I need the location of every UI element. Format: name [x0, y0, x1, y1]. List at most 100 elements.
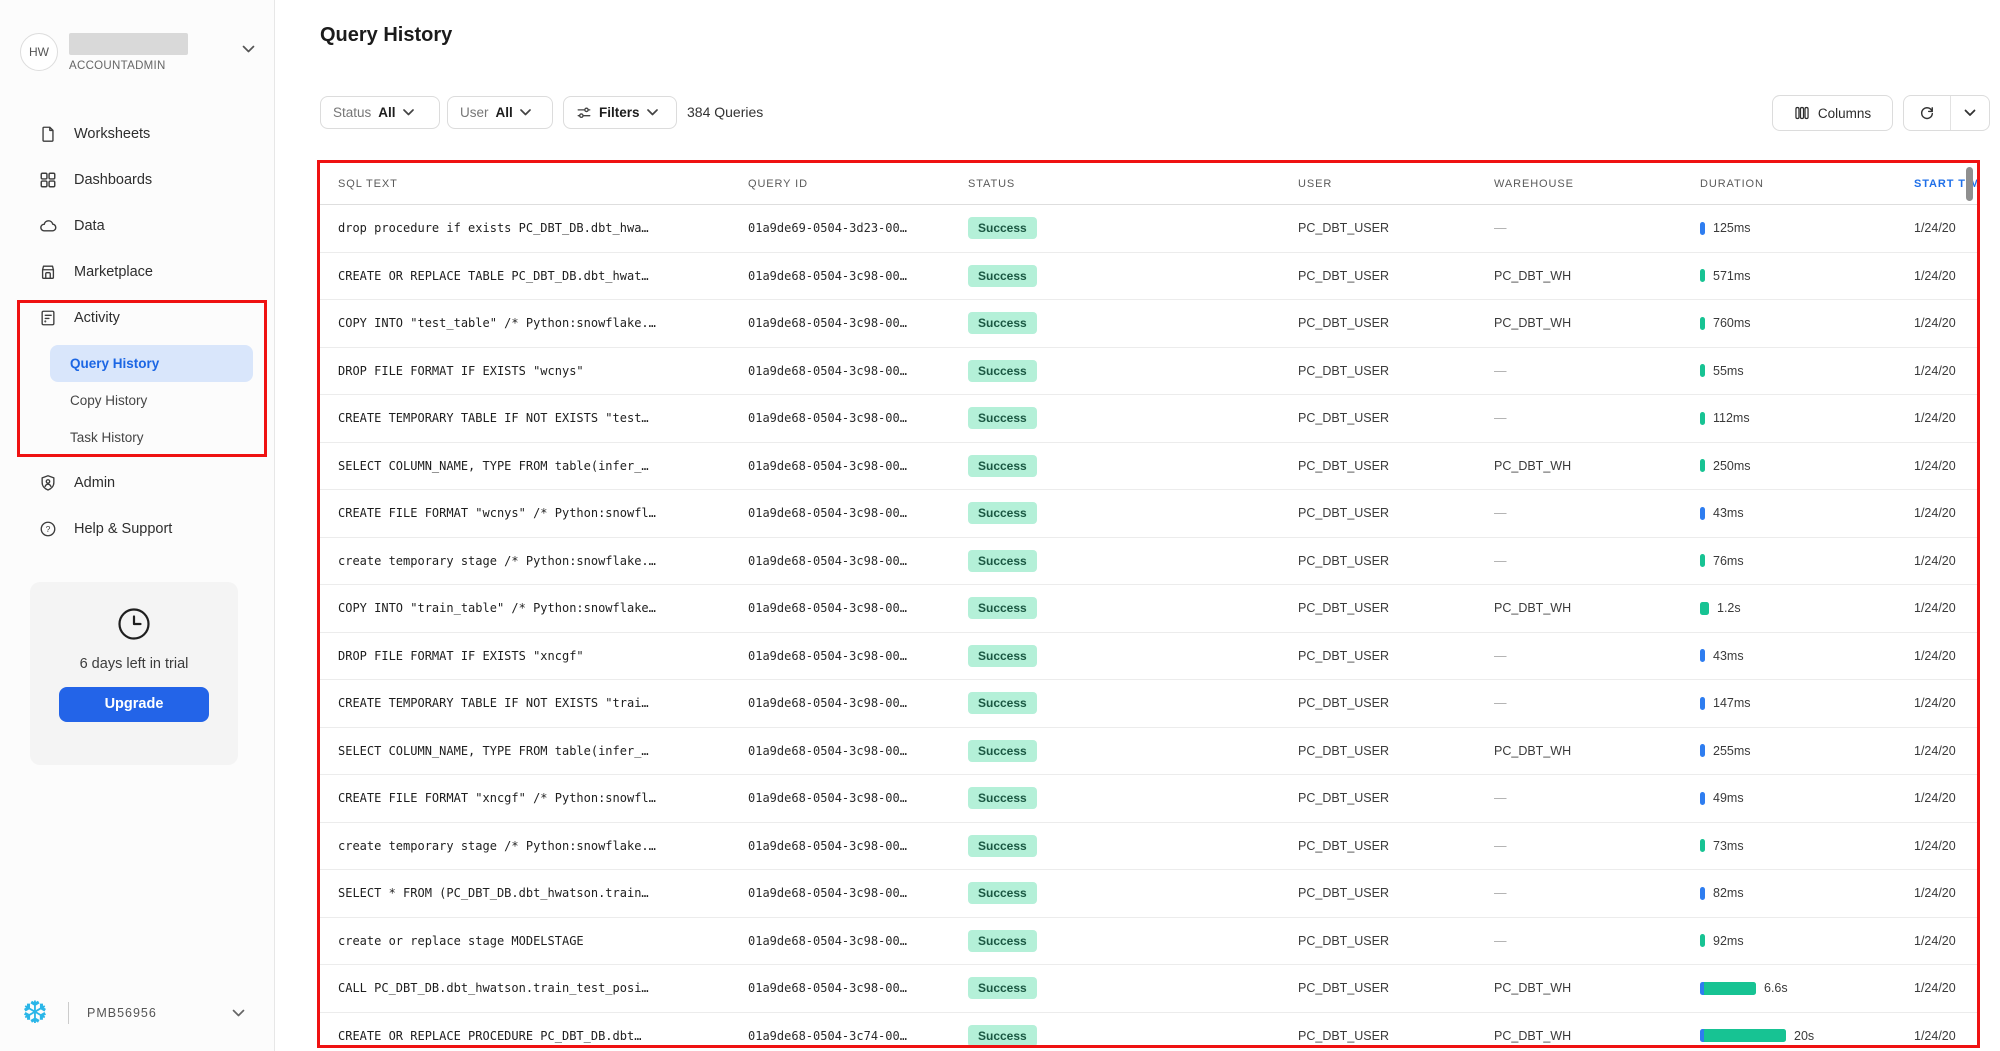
status-cell: Success [968, 265, 1298, 287]
sidebar-item-query-history[interactable]: Query History [50, 345, 253, 382]
warehouse-cell: PC_DBT_WH [1494, 1029, 1700, 1043]
column-header-duration[interactable]: DURATION [1700, 178, 1914, 190]
warehouse-cell: PC_DBT_WH [1494, 269, 1700, 283]
status-filter[interactable]: Status All [320, 96, 440, 129]
status-badge: Success [968, 455, 1037, 477]
table-row[interactable]: COPY INTO "test_table" /* Python:snowfla… [320, 300, 1978, 348]
table-row[interactable]: SELECT * FROM (PC_DBT_DB.dbt_hwatson.tra… [320, 870, 1978, 918]
account-switcher[interactable]: HW ACCOUNTADMIN [20, 33, 255, 72]
duration-cell: 82ms [1700, 886, 1914, 900]
sidebar-item-activity[interactable]: Activity [0, 295, 275, 341]
columns-icon [1794, 105, 1810, 121]
duration-cell: 250ms [1700, 459, 1914, 473]
duration-bar [1700, 317, 1705, 330]
table-row[interactable]: DROP FILE FORMAT IF EXISTS "xncgf" 01a9d… [320, 633, 1978, 681]
status-badge: Success [968, 835, 1037, 857]
duration-bar [1700, 792, 1705, 805]
warehouse-cell: — [1494, 696, 1700, 710]
table-row[interactable]: create or replace stage MODELSTAGE 01a9d… [320, 918, 1978, 966]
user-filter[interactable]: User All [447, 96, 553, 129]
filters-button[interactable]: Filters [563, 96, 677, 129]
account-selector[interactable]: ❆ PMB56956 [22, 992, 257, 1034]
table-scrollbar-thumb[interactable] [1966, 167, 1973, 201]
sidebar-item-task-history[interactable]: Task History [50, 419, 253, 456]
sidebar-item-help-support[interactable]: ? Help & Support [0, 506, 275, 552]
table-row[interactable]: CREATE OR REPLACE TABLE PC_DBT_DB.dbt_hw… [320, 253, 1978, 301]
start-time-cell: 1/24/20 [1914, 316, 1978, 330]
columns-button[interactable]: Columns [1772, 95, 1893, 131]
status-badge: Success [968, 312, 1037, 334]
sidebar-item-dashboards[interactable]: Dashboards [0, 157, 275, 203]
query-id-cell: 01a9de68-0504-3c98-00… [748, 506, 968, 520]
query-id-cell: 01a9de68-0504-3c98-00… [748, 601, 968, 615]
status-badge: Success [968, 407, 1037, 429]
duration-cell: 147ms [1700, 696, 1914, 710]
data-icon [38, 216, 58, 236]
column-header-sql-text[interactable]: SQL TEXT [320, 178, 748, 190]
page-title: Query History [320, 24, 452, 47]
table-row[interactable]: CREATE OR REPLACE PROCEDURE PC_DBT_DB.db… [320, 1013, 1978, 1048]
footer-divider [68, 1002, 69, 1024]
start-time-cell: 1/24/20 [1914, 221, 1978, 235]
table-row[interactable]: CREATE TEMPORARY TABLE IF NOT EXISTS "tr… [320, 680, 1978, 728]
column-header-status[interactable]: STATUS [968, 178, 1298, 190]
duration-value: 49ms [1713, 791, 1744, 805]
duration-bar [1700, 554, 1705, 567]
start-time-cell: 1/24/20 [1914, 934, 1978, 948]
avatar: HW [20, 33, 58, 71]
table-row[interactable]: drop procedure if exists PC_DBT_DB.dbt_h… [320, 205, 1978, 253]
table-row[interactable]: COPY INTO "train_table" /* Python:snowfl… [320, 585, 1978, 633]
duration-value: 76ms [1713, 554, 1744, 568]
sidebar-item-marketplace[interactable]: Marketplace [0, 249, 275, 295]
column-header-query-id[interactable]: QUERY ID [748, 178, 968, 190]
trial-card: 6 days left in trial Upgrade [30, 582, 238, 765]
status-cell: Success [968, 692, 1298, 714]
sidebar-item-admin[interactable]: Admin [0, 460, 275, 506]
sql-text-cell: DROP FILE FORMAT IF EXISTS "xncgf" [320, 649, 748, 663]
duration-bar [1700, 1029, 1786, 1042]
warehouse-cell: — [1494, 506, 1700, 520]
upgrade-button[interactable]: Upgrade [59, 687, 209, 722]
query-id-cell: 01a9de68-0504-3c98-00… [748, 981, 968, 995]
table-row[interactable]: CREATE TEMPORARY TABLE IF NOT EXISTS "te… [320, 395, 1978, 443]
duration-value: 147ms [1713, 696, 1751, 710]
status-badge: Success [968, 740, 1037, 762]
table-body: drop procedure if exists PC_DBT_DB.dbt_h… [320, 205, 1978, 1047]
sidebar-item-label: Dashboards [74, 172, 152, 188]
table-row[interactable]: SELECT COLUMN_NAME, TYPE FROM table(infe… [320, 728, 1978, 776]
table-row[interactable]: CREATE FILE FORMAT "xncgf" /* Python:sno… [320, 775, 1978, 823]
column-header-warehouse[interactable]: WAREHOUSE [1494, 178, 1700, 190]
sidebar-item-copy-history[interactable]: Copy History [50, 382, 253, 419]
table-row[interactable]: SELECT COLUMN_NAME, TYPE FROM table(infe… [320, 443, 1978, 491]
refresh-options-button[interactable] [1951, 96, 1989, 130]
table-row[interactable]: create temporary stage /* Python:snowfla… [320, 823, 1978, 871]
warehouse-cell: — [1494, 364, 1700, 378]
status-cell: Success [968, 312, 1298, 334]
duration-value: 55ms [1713, 364, 1744, 378]
table-row[interactable]: CALL PC_DBT_DB.dbt_hwatson.train_test_po… [320, 965, 1978, 1013]
duration-cell: 76ms [1700, 554, 1914, 568]
sql-text-cell: CREATE FILE FORMAT "wcnys" /* Python:sno… [320, 506, 748, 520]
table-row[interactable]: CREATE FILE FORMAT "wcnys" /* Python:sno… [320, 490, 1978, 538]
sidebar: HW ACCOUNTADMIN Worksheets Dashboards Da… [0, 0, 275, 1051]
refresh-button[interactable] [1904, 96, 1950, 130]
duration-cell: 49ms [1700, 791, 1914, 805]
sidebar-item-data[interactable]: Data [0, 203, 275, 249]
duration-cell: 55ms [1700, 364, 1914, 378]
user-cell: PC_DBT_USER [1298, 1029, 1494, 1043]
sidebar-item-label: Activity [74, 310, 120, 326]
duration-bar [1700, 459, 1705, 472]
subnav-item-label: Copy History [70, 393, 147, 408]
table-row[interactable]: create temporary stage /* Python:snowfla… [320, 538, 1978, 586]
status-cell: Success [968, 740, 1298, 762]
status-cell: Success [968, 597, 1298, 619]
snowflake-icon: ❆ [22, 998, 48, 1029]
sidebar-item-worksheets[interactable]: Worksheets [0, 111, 275, 157]
column-header-user[interactable]: USER [1298, 178, 1494, 190]
warehouse-cell: — [1494, 221, 1700, 235]
sql-text-cell: CALL PC_DBT_DB.dbt_hwatson.train_test_po… [320, 981, 748, 995]
svg-text:?: ? [46, 524, 51, 534]
duration-value: 20s [1794, 1029, 1814, 1043]
table-row[interactable]: DROP FILE FORMAT IF EXISTS "wcnys" 01a9d… [320, 348, 1978, 396]
duration-bar [1700, 697, 1705, 710]
